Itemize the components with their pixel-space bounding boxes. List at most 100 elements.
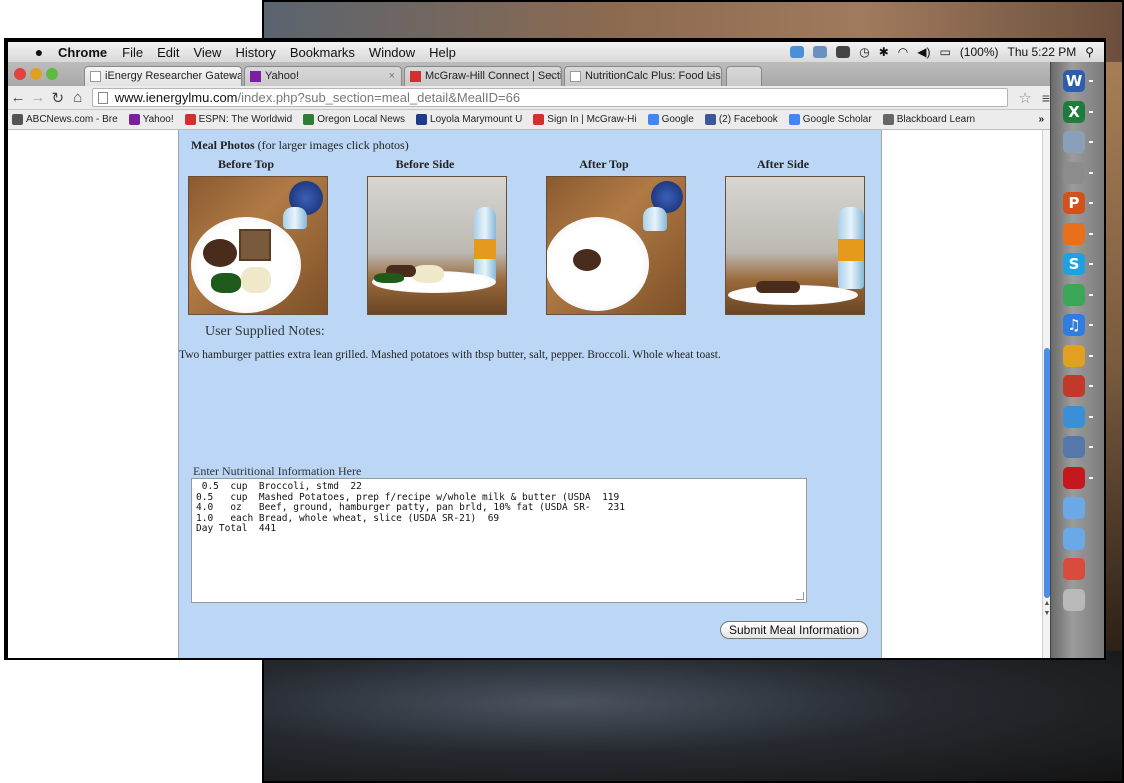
bookmark-label: Loyola Marymount U [430,114,523,125]
address-bar[interactable]: www.ienergylmu.com/index.php?sub_section… [91,88,1009,107]
itunes-icon[interactable]: ♫ [1063,314,1085,336]
status-dropbox-icon[interactable] [813,46,828,58]
menu-app-name[interactable]: Chrome [58,45,107,60]
broccoli [374,273,404,283]
photo-label-after-top: After Top [579,157,629,171]
bookmark-item[interactable]: Blackboard Learn [882,114,975,125]
bookmark-favicon-icon [184,114,196,125]
bookmark-label: Yahoo! [142,114,174,125]
page-icon [90,71,101,82]
photo-booth-icon[interactable] [1063,375,1085,397]
status-app-icon[interactable] [790,46,805,58]
patty [756,281,800,293]
bookmark-item[interactable]: (2) Facebook [704,114,778,125]
menu-view[interactable]: View [193,45,221,60]
alarm-icon[interactable] [1063,436,1085,458]
battery-icon[interactable]: ▭ [939,45,950,59]
photo-after-top[interactable] [546,176,686,315]
page-icon [97,92,108,104]
meal-photos-title: Meal Photos [191,138,255,152]
bottle [643,207,667,231]
url-path: /index.php?sub_section=meal_detail&MealI… [237,90,521,105]
trash-icon[interactable] [1063,588,1085,611]
safari-icon[interactable] [1063,405,1085,428]
menu-edit[interactable]: Edit [157,45,179,60]
bookmark-item[interactable]: Yahoo! [128,114,174,125]
bookmark-item[interactable]: ABCNews.com - Bre [12,114,118,125]
resize-grip-icon[interactable] [796,592,804,600]
lock-icon[interactable] [1063,344,1085,367]
menu-bookmarks[interactable]: Bookmarks [290,45,355,60]
home-icon[interactable]: ⌂ [68,89,88,106]
bookmark-star-icon[interactable]: ☆ [1018,89,1031,107]
clock[interactable]: Thu 5:22 PM [1008,45,1077,59]
status-display-icon[interactable] [836,46,851,58]
menu-file[interactable]: File [122,45,143,60]
chrome-menu-icon[interactable]: ≡ [1042,90,1050,106]
photo-after-side[interactable] [725,176,865,315]
mashed-potatoes [412,265,444,283]
running-indicator [1089,202,1093,204]
excel-icon[interactable]: X [1063,100,1085,123]
bookmark-favicon-icon [533,114,545,125]
preview-icon[interactable] [1063,131,1085,153]
menu-window[interactable]: Window [369,45,415,60]
firefox-icon[interactable] [1063,222,1085,245]
bookmark-label: Google Scholar [802,114,872,125]
wifi-icon[interactable]: ◠ [898,45,908,59]
page-scrollbar[interactable]: ▲ ▼ [1042,130,1050,658]
slides-icon[interactable] [1063,558,1085,580]
tab-yahoo[interactable]: Yahoo! × [244,66,402,86]
menu-history[interactable]: History [235,45,275,60]
running-indicator [1089,385,1093,387]
bookmark-item[interactable]: Google Scholar [788,114,872,125]
tab-ienergy[interactable]: iEnergy Researcher Gateway × [84,66,242,86]
running-indicator [1089,446,1093,448]
time-machine-icon[interactable]: ◷ [859,45,869,59]
acrobat-icon[interactable] [1063,466,1085,489]
bookmark-item[interactable]: Sign In | McGraw-Hi [533,114,637,125]
photo-before-top[interactable] [188,176,328,315]
bookmark-favicon-icon [12,114,23,125]
mashed-potatoes [241,267,271,293]
new-tab-button[interactable] [726,66,762,86]
tab-strip: iEnergy Researcher Gateway × Yahoo! × Mc… [8,62,1050,86]
bookmark-item[interactable]: Oregon Local News [303,114,405,125]
background-lap [264,651,1122,781]
zoom-window-button[interactable] [46,68,58,80]
close-window-button[interactable] [14,68,26,80]
tab-nutritioncalc[interactable]: NutritionCalc Plus: Food Lis × [564,66,722,86]
bookmark-item[interactable]: Loyola Marymount U [416,114,522,125]
word-icon[interactable]: W [1063,70,1085,92]
minimize-window-button[interactable] [30,68,42,80]
battery-percent[interactable]: (100%) [960,45,999,59]
bookmark-item[interactable]: Google [647,114,694,125]
close-tab-icon[interactable]: × [549,67,555,85]
back-arrow-icon[interactable]: ← [8,89,28,106]
reload-icon[interactable]: ↻ [48,89,68,107]
photo-before-side[interactable] [367,176,507,315]
folder-icon[interactable] [1063,497,1085,519]
tab-mcgraw-hill[interactable]: McGraw-Hill Connect | Secti × [404,66,562,86]
chrome-icon[interactable] [1063,283,1085,306]
volume-icon[interactable]: ◀) [917,45,930,59]
bookmarks-overflow-icon[interactable]: » [1038,114,1044,125]
close-tab-icon[interactable]: × [229,67,235,85]
bluetooth-icon[interactable]: ✱ [879,45,889,59]
settings-icon[interactable] [1063,161,1085,184]
close-tab-icon[interactable]: × [709,67,715,85]
nutrition-entry-textarea[interactable]: 0.5 cup Broccoli, stmd 22 0.5 cup Mashed… [191,478,807,603]
skype-icon[interactable]: S [1063,253,1085,275]
spotlight-icon[interactable]: ⚲ [1085,45,1094,59]
apple-icon[interactable]: ● [28,44,50,60]
running-indicator [1089,110,1093,113]
submit-meal-button[interactable]: Submit Meal Information [720,621,869,639]
folder-icon-2[interactable] [1063,527,1085,550]
powerpoint-icon[interactable]: P [1063,192,1085,214]
close-tab-icon[interactable]: × [389,67,395,85]
forward-arrow-icon[interactable]: → [28,89,48,106]
bookmark-item[interactable]: ESPN: The Worldwid [184,114,292,125]
bottle [283,207,307,229]
running-indicator [1089,263,1093,265]
menu-help[interactable]: Help [429,45,456,60]
